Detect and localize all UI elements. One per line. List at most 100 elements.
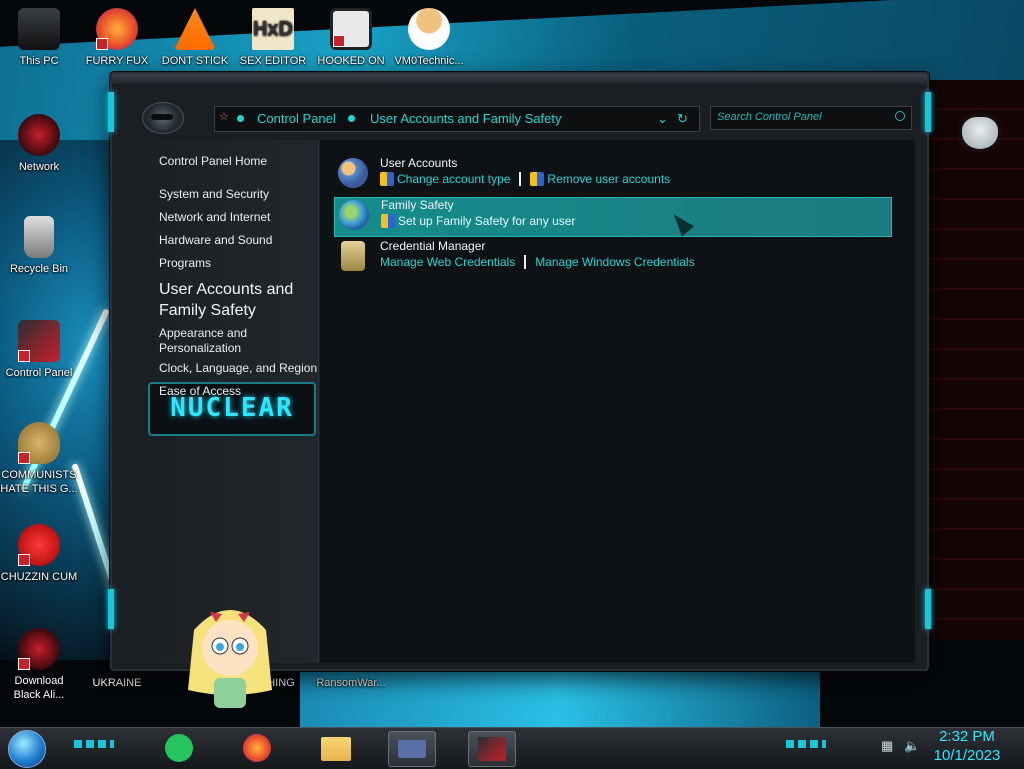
- nav-control-panel-home[interactable]: Control Panel Home: [159, 154, 319, 169]
- doctor-icon: [408, 8, 450, 50]
- breadcrumb-control-panel[interactable]: Control Panel: [257, 111, 336, 126]
- nav-programs[interactable]: Programs: [159, 256, 319, 271]
- nav-hardware-sound[interactable]: Hardware and Sound: [159, 233, 319, 248]
- frame-accent: [925, 92, 931, 132]
- category-credential-manager: Credential Manager Manage Web Credential…: [334, 239, 890, 277]
- link-setup-family-safety[interactable]: Set up Family Safety for any user: [398, 214, 575, 228]
- category-links: Set up Family Safety for any user: [381, 214, 575, 228]
- alien-icon: [18, 628, 60, 670]
- desktop-icon-this-pc[interactable]: This PC: [0, 8, 78, 68]
- desktop-icon-control-panel[interactable]: Control Panel: [0, 320, 78, 380]
- hxd-editor-icon: HxD: [252, 8, 294, 50]
- search-icon[interactable]: [895, 111, 905, 121]
- uac-shield-icon: [380, 172, 394, 186]
- desktop-icon-dont-stick[interactable]: DONT STICK: [156, 8, 234, 68]
- desktop-icon-hooked-on[interactable]: HOOKED ON: [312, 8, 390, 68]
- search-box[interactable]: [710, 106, 912, 130]
- address-row: ☆ Control Panel User Accounts and Family…: [142, 102, 915, 134]
- link-remove-user-accounts[interactable]: Remove user accounts: [547, 172, 670, 186]
- uac-shield-icon: [530, 172, 545, 186]
- category-title[interactable]: Credential Manager: [380, 239, 485, 253]
- link-manage-windows-credentials[interactable]: Manage Windows Credentials: [535, 255, 694, 269]
- category-user-accounts: User Accounts Change account type Remove …: [334, 156, 890, 194]
- window-thumbnail-icon: [398, 740, 426, 758]
- desktop-icon-chuzzin-cum[interactable]: CHUZZIN CUM: [0, 524, 78, 584]
- category-family-safety[interactable]: Family Safety Set up Family Safety for a…: [334, 197, 892, 237]
- uac-shield-icon: [381, 214, 395, 228]
- desktop-icon-ransomware[interactable]: RansomWar...: [312, 676, 390, 690]
- start-button[interactable]: [8, 730, 46, 768]
- chuzzle-icon: [18, 524, 60, 566]
- window-body: Control Panel Home System and Security N…: [142, 140, 915, 663]
- taskbar-accent: [74, 740, 114, 748]
- taskbar-clock[interactable]: 2:32 PM 10/1/2023: [922, 727, 1012, 767]
- link-separator: [524, 255, 527, 269]
- computer-icon: [18, 8, 60, 50]
- taskbar-accent: [786, 740, 826, 748]
- frame-accent: [108, 92, 114, 132]
- address-bar[interactable]: ☆ Control Panel User Accounts and Family…: [214, 106, 700, 132]
- nav-appearance[interactable]: Appearance and Personalization: [159, 326, 269, 356]
- desktop-icon-furry-fux[interactable]: FURRY FUX: [78, 8, 156, 68]
- navigation-pane: Control Panel Home System and Security N…: [142, 140, 319, 663]
- category-title[interactable]: Family Safety: [381, 198, 454, 212]
- alienware-logo-icon: [962, 117, 998, 149]
- desktop-icon-network[interactable]: Network: [0, 114, 78, 174]
- link-separator: [519, 172, 522, 186]
- category-title[interactable]: User Accounts: [380, 156, 457, 170]
- refresh-icon[interactable]: ↻: [677, 111, 688, 127]
- money-bag-icon: [18, 422, 60, 464]
- desktop-icon-ukraine[interactable]: UKRAINE: [78, 676, 156, 690]
- link-manage-web-credentials[interactable]: Manage Web Credentials: [380, 255, 515, 269]
- nav-clock-language[interactable]: Clock, Language, and Region: [159, 361, 319, 376]
- nav-network-internet[interactable]: Network and Internet: [159, 210, 319, 225]
- taskbar-app-notes[interactable]: [157, 731, 203, 765]
- volume-tray-icon[interactable]: 🔈: [904, 738, 920, 754]
- desktop-icon-download-black-alien[interactable]: Download Black Ali...: [0, 628, 78, 702]
- taskbar-app-control-panel-window[interactable]: [388, 731, 436, 767]
- notes-app-icon: [165, 734, 193, 762]
- back-forward-buttons[interactable]: [142, 102, 184, 134]
- taskbar-app-control-panel[interactable]: [468, 731, 516, 767]
- clock-time: 2:32 PM: [939, 728, 995, 745]
- taskbar-app-file-explorer[interactable]: [313, 731, 359, 765]
- system-monitor-panel: [925, 80, 1024, 640]
- frame-accent: [108, 589, 114, 629]
- desktop-icon-recycle-bin[interactable]: Recycle Bin: [0, 216, 78, 276]
- user-accounts-icon[interactable]: [338, 158, 368, 188]
- desktop-icon-sex-editor[interactable]: HxD SEX EDITOR: [234, 8, 312, 68]
- credential-manager-icon[interactable]: [341, 241, 365, 271]
- taskbar-app-firefox[interactable]: [236, 731, 282, 765]
- category-links: Change account type Remove user accounts: [380, 172, 670, 186]
- link-change-account-type[interactable]: Change account type: [397, 172, 510, 186]
- family-safety-icon[interactable]: [339, 200, 369, 230]
- nav-system-security[interactable]: System and Security: [159, 187, 319, 202]
- maze-game-icon: [330, 8, 372, 50]
- clock-date: 10/1/2023: [933, 747, 1001, 764]
- breadcrumb-separator: [237, 115, 244, 122]
- vlc-cone-icon: [174, 8, 216, 50]
- category-links: Manage Web Credentials Manage Windows Cre…: [380, 255, 695, 269]
- desktop-icon-vm0technic[interactable]: VM0Technic...: [390, 8, 468, 68]
- frame-accent: [925, 589, 931, 629]
- control-panel-icon: ☆: [219, 111, 229, 123]
- desktop-icon-communists[interactable]: COMMUNISTS HATE THIS G...: [0, 422, 78, 496]
- firefox-icon: [243, 734, 271, 762]
- nav-ease-of-access[interactable]: Ease of Access: [159, 384, 319, 399]
- breadcrumb-user-accounts[interactable]: User Accounts and Family Safety: [370, 111, 561, 126]
- network-icon: [18, 114, 60, 156]
- network-tray-icon[interactable]: ▦: [881, 738, 893, 754]
- firefox-icon: [96, 8, 138, 50]
- recycle-bin-icon: [24, 216, 54, 258]
- window-title-bar[interactable]: [112, 74, 927, 84]
- mouse-cursor-icon: [667, 209, 695, 237]
- control-panel-icon: [478, 737, 506, 761]
- breadcrumb-separator: [348, 115, 355, 122]
- search-input[interactable]: [711, 107, 893, 127]
- folder-icon: [321, 737, 351, 761]
- star-butterfly-character-icon: [188, 610, 272, 708]
- chevron-down-icon[interactable]: ⌄: [657, 111, 668, 127]
- control-panel-window[interactable]: ☆ Control Panel User Accounts and Family…: [108, 72, 931, 671]
- nav-user-accounts-current[interactable]: User Accounts and Family Safety: [159, 279, 309, 321]
- control-panel-icon: [18, 320, 60, 362]
